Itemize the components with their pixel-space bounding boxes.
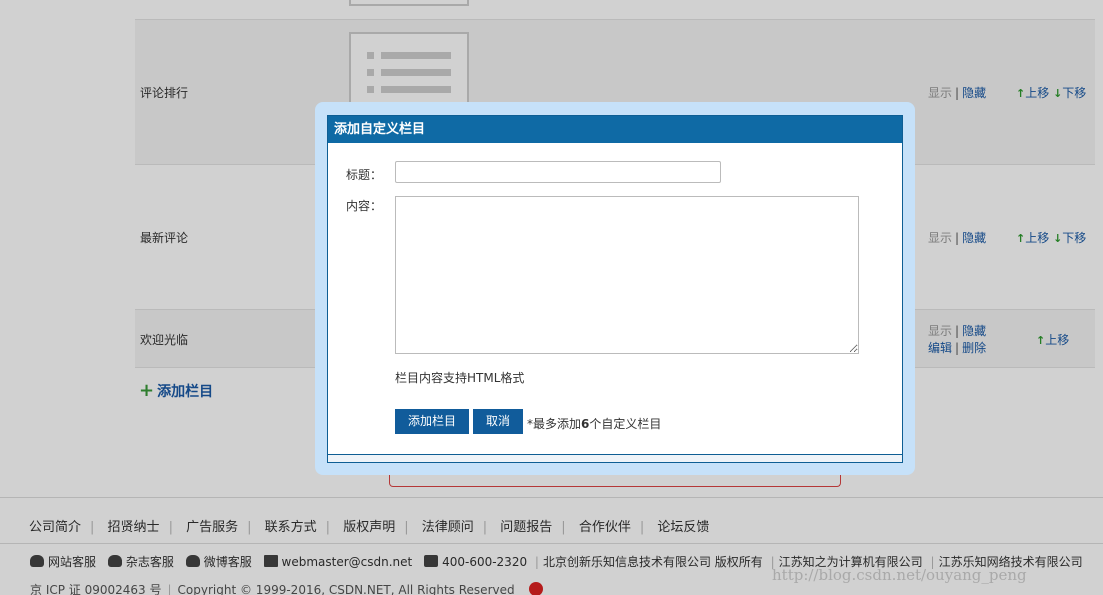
- add-column-dialog: 添加自定义栏目 标题： 内容： 栏目内容支持HTML格式 添加栏目 取消 *最多…: [327, 115, 903, 463]
- cancel-button[interactable]: 取消: [473, 409, 523, 434]
- dialog-footer-bar: [328, 454, 902, 462]
- title-input[interactable]: [395, 161, 721, 183]
- content-label: 内容：: [346, 199, 383, 213]
- limit-note: *最多添加6个自定义栏目: [527, 417, 662, 431]
- html-hint: 栏目内容支持HTML格式: [395, 371, 525, 385]
- title-label: 标题：: [346, 168, 383, 182]
- dialog-title: 添加自定义栏目: [328, 116, 902, 143]
- add-column-submit-button[interactable]: 添加栏目: [395, 409, 469, 434]
- content-textarea[interactable]: [395, 196, 859, 354]
